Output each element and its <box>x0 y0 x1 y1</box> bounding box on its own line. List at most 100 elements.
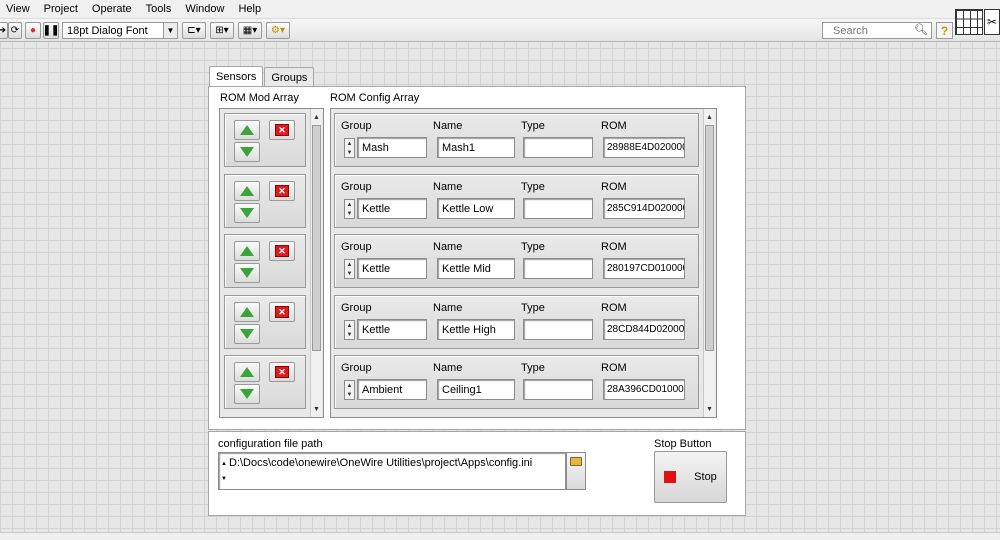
mod-row: ✕ <box>224 113 306 167</box>
rom-field[interactable]: 285C914D020000 <box>603 198 685 219</box>
spin-up-icon[interactable]: ▲ <box>347 202 353 208</box>
name-field[interactable]: Kettle High <box>437 319 515 340</box>
close-icon: ✕ <box>275 306 289 318</box>
move-up-button[interactable] <box>234 241 260 261</box>
delete-button[interactable]: ✕ <box>269 120 295 140</box>
spin-down-icon[interactable]: ▼ <box>347 271 353 277</box>
move-down-button[interactable] <box>234 324 260 344</box>
arrow-down-icon <box>240 389 254 399</box>
spin-up-icon[interactable]: ▲ <box>347 323 353 329</box>
scroll-thumb[interactable] <box>312 125 321 351</box>
scroll-down-icon[interactable]: ▼ <box>704 403 715 415</box>
vi-icon[interactable]: ✂ <box>984 9 1000 35</box>
group-field[interactable]: Kettle <box>357 198 427 219</box>
connector-pane-icon[interactable] <box>955 9 983 35</box>
move-up-button[interactable] <box>234 362 260 382</box>
name-field[interactable]: Mash1 <box>437 137 515 158</box>
mod-row: ✕ <box>224 295 306 349</box>
scroll-up-icon[interactable]: ▲ <box>704 111 715 123</box>
align-objects-icon[interactable]: ⊏▾ <box>182 22 206 39</box>
group-spinner[interactable]: ▲ ▼ <box>344 320 355 340</box>
spin-up-icon[interactable]: ▲ <box>347 141 353 147</box>
group-field[interactable]: Ambient <box>357 379 427 400</box>
group-spinner[interactable]: ▲ ▼ <box>344 380 355 400</box>
name-label: Name <box>433 362 463 374</box>
distribute-objects-icon[interactable]: ⊞▾ <box>210 22 234 39</box>
scroll-thumb[interactable] <box>705 125 714 351</box>
menu-help[interactable]: Help <box>238 3 261 15</box>
status-bar <box>0 532 1000 540</box>
spin-up-icon[interactable]: ▲ <box>347 262 353 268</box>
config-path-field[interactable]: D:\Docs\code\onewire\OneWire Utilities\p… <box>218 452 566 490</box>
font-select[interactable]: 18pt Dialog Font ▼ <box>62 22 178 39</box>
move-up-button[interactable] <box>234 302 260 322</box>
delete-button[interactable]: ✕ <box>269 362 295 382</box>
rom-label: ROM <box>601 362 627 374</box>
menu-operate[interactable]: Operate <box>92 3 132 15</box>
spin-up-icon[interactable]: ▲ <box>347 383 353 389</box>
type-field[interactable] <box>523 379 593 400</box>
search-input[interactable]: Search 🔍︎ <box>822 22 932 39</box>
mod-row: ✕ <box>224 234 306 288</box>
move-down-button[interactable] <box>234 203 260 223</box>
group-field[interactable]: Kettle <box>357 258 427 279</box>
type-field[interactable] <box>523 258 593 279</box>
config-row: Group Name Type ROM ▲ ▼ Kettle Kettle Low… <box>334 174 699 228</box>
delete-button[interactable]: ✕ <box>269 181 295 201</box>
reorder-icon[interactable]: ⚙▾ <box>266 22 290 39</box>
config-array-scrollbar[interactable]: ▲ ▼ <box>703 109 715 417</box>
path-scroll[interactable]: ▲ ▼ <box>221 456 227 486</box>
scroll-down-icon[interactable]: ▼ <box>311 403 322 415</box>
move-down-button[interactable] <box>234 142 260 162</box>
spin-down-icon[interactable]: ▼ <box>347 211 353 217</box>
pause-icon[interactable]: ❚❚ <box>43 22 59 39</box>
group-spinner[interactable]: ▲ ▼ <box>344 138 355 158</box>
arrow-down-icon <box>240 208 254 218</box>
spin-down-icon[interactable]: ▼ <box>347 392 353 398</box>
group-spinner[interactable]: ▲ ▼ <box>344 259 355 279</box>
mod-array-scrollbar[interactable]: ▲ ▼ <box>310 109 322 417</box>
group-label: Group <box>341 181 372 193</box>
name-label: Name <box>433 181 463 193</box>
rom-field[interactable]: 28CD844D020000 <box>603 319 685 340</box>
rom-field[interactable]: 28988E4D020000 <box>603 137 685 158</box>
type-field[interactable] <box>523 137 593 158</box>
move-down-button[interactable] <box>234 263 260 283</box>
delete-button[interactable]: ✕ <box>269 241 295 261</box>
name-field[interactable]: Kettle Mid <box>437 258 515 279</box>
move-up-button[interactable] <box>234 120 260 140</box>
resize-objects-icon[interactable]: ▦▾ <box>238 22 262 39</box>
abort-icon[interactable]: ● <box>25 22 41 39</box>
group-spinner[interactable]: ▲ ▼ <box>344 199 355 219</box>
spin-down-icon[interactable]: ▼ <box>347 332 353 338</box>
spin-down-icon[interactable]: ▼ <box>347 150 353 156</box>
move-up-button[interactable] <box>234 181 260 201</box>
menu-view[interactable]: View <box>6 3 30 15</box>
name-field[interactable]: Kettle Low <box>437 198 515 219</box>
search-icon: 🔍︎ <box>914 24 928 36</box>
stop-button[interactable]: Stop <box>654 451 727 503</box>
type-field[interactable] <box>523 198 593 219</box>
group-field[interactable]: Kettle <box>357 319 427 340</box>
type-field[interactable] <box>523 319 593 340</box>
name-field[interactable]: Ceiling1 <box>437 379 515 400</box>
delete-button[interactable]: ✕ <box>269 302 295 322</box>
menu-window[interactable]: Window <box>185 3 224 15</box>
tab-sensors[interactable]: Sensors <box>209 66 264 87</box>
browse-button[interactable] <box>566 452 586 490</box>
menu-tools[interactable]: Tools <box>146 3 172 15</box>
scroll-up-icon[interactable]: ▲ <box>311 111 322 123</box>
stop-button-label: Stop Button <box>654 438 712 450</box>
menu-project[interactable]: Project <box>44 3 78 15</box>
scroll-down-icon[interactable]: ▼ <box>221 476 227 482</box>
run-arrow-icon[interactable]: ➔ <box>0 22 8 39</box>
tab-groups[interactable]: Groups <box>264 67 315 87</box>
help-button[interactable]: ? <box>936 22 953 39</box>
run-continuously-icon[interactable]: ⟳ <box>8 22 22 39</box>
scroll-up-icon[interactable]: ▲ <box>221 461 227 467</box>
group-field[interactable]: Mash <box>357 137 427 158</box>
rom-label: ROM <box>601 241 627 253</box>
rom-field[interactable]: 280197CD010000 <box>603 258 685 279</box>
rom-field[interactable]: 28A396CD010000 <box>603 379 685 400</box>
move-down-button[interactable] <box>234 384 260 404</box>
